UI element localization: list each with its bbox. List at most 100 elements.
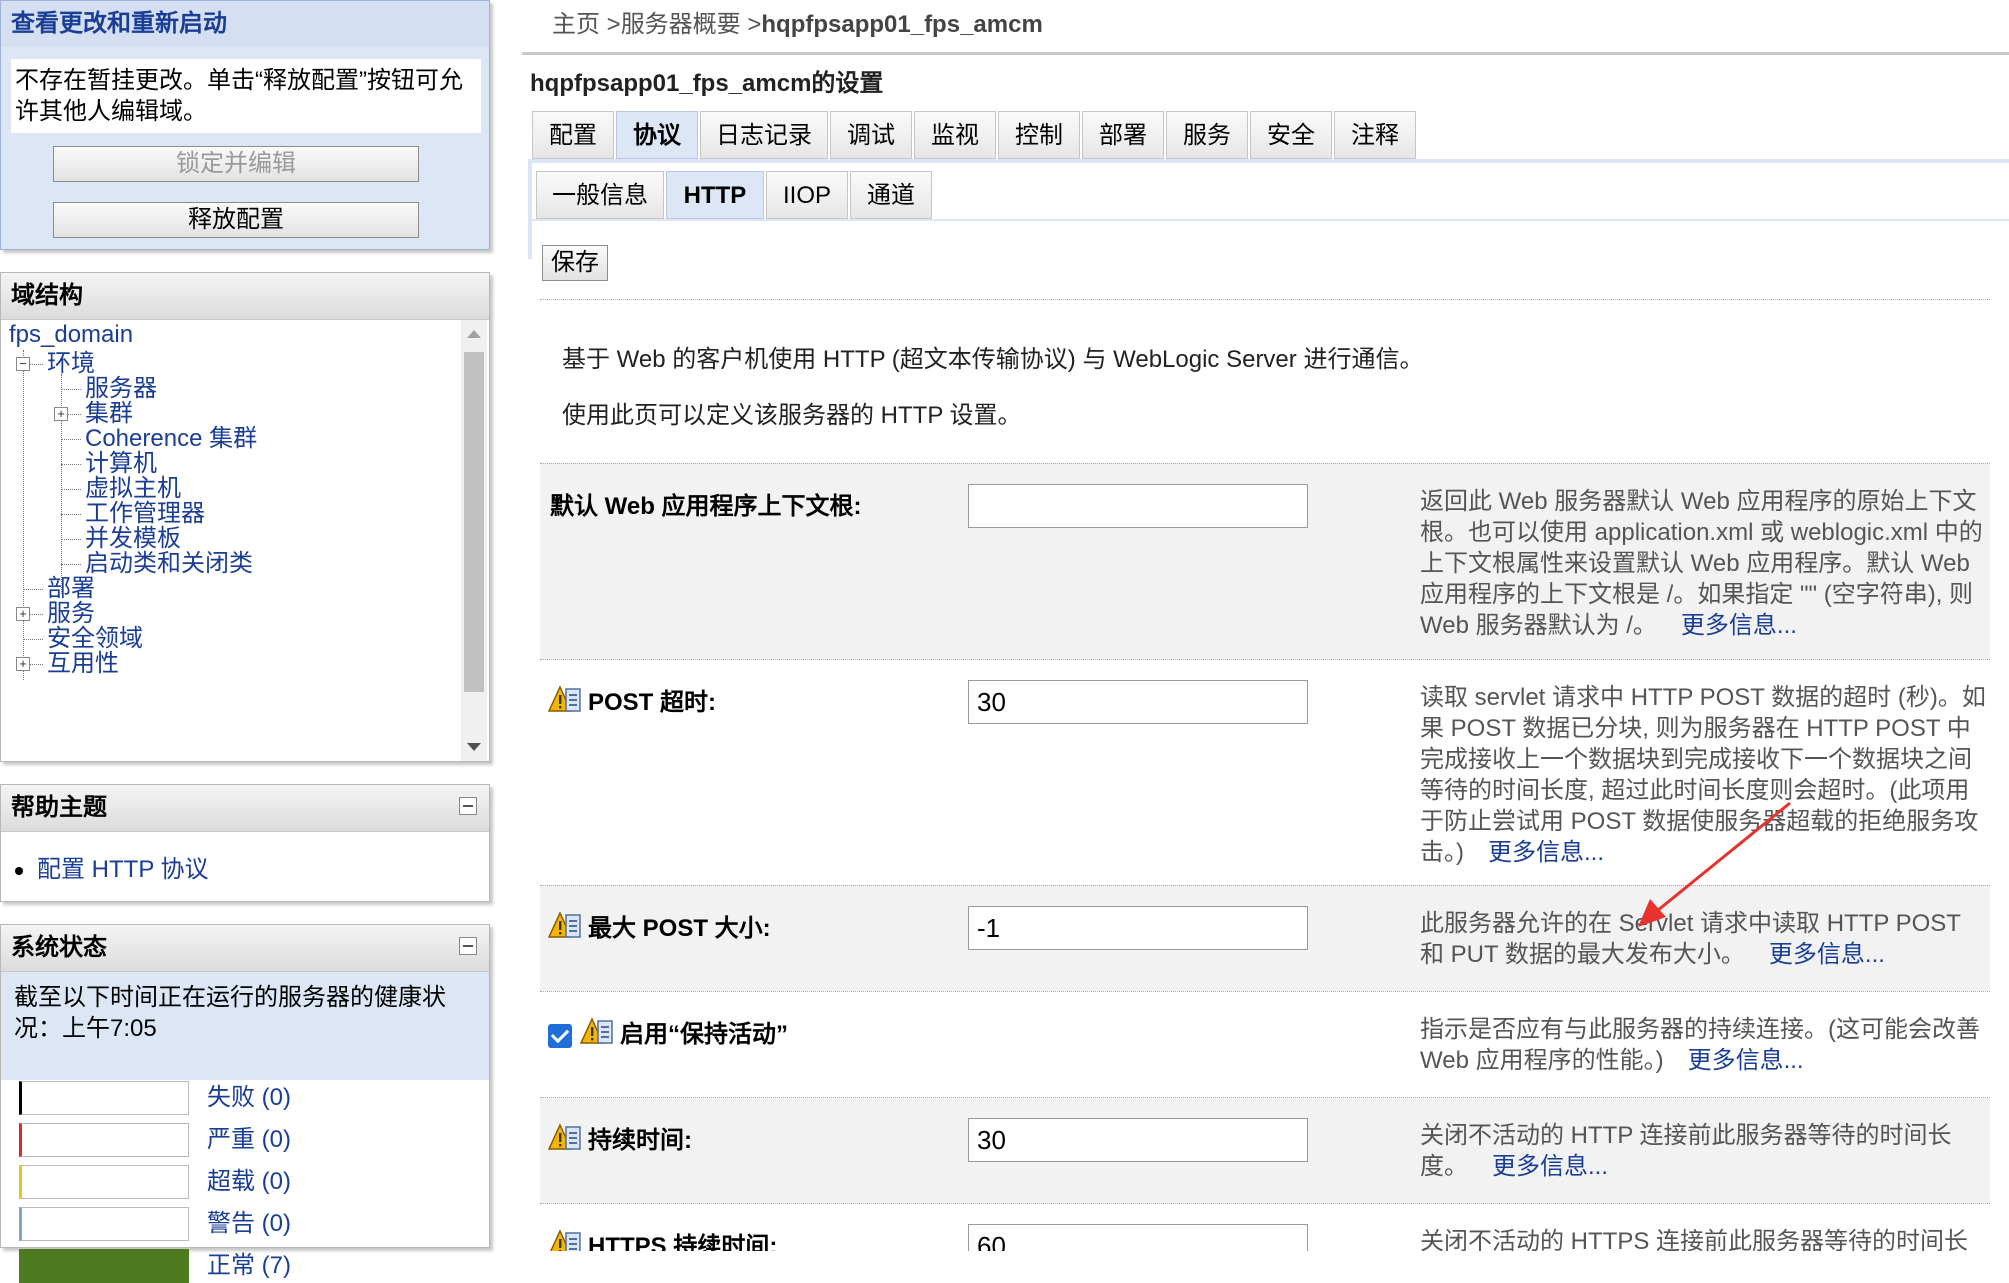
collapse-icon[interactable]: − [16,357,30,371]
lock-and-edit-button[interactable]: 锁定并编辑 [53,146,419,182]
more-info-link[interactable]: 更多信息... [1492,1153,1608,1180]
setting-row-default-context-root: 默认 Web 应用程序上下文根: 返回此 Web 服务器默认 Web 应用程序的… [540,463,1990,659]
help-topics-title-text: 帮助主题 [11,794,107,821]
breadcrumb-separator: > [600,11,621,38]
tab-debug[interactable]: 调试 [830,111,912,159]
tab-logging[interactable]: 日志记录 [700,111,828,159]
tab-security[interactable]: 安全 [1250,111,1332,159]
change-center-panel: 查看更改和重新启动 不存在暂挂更改。单击“释放配置”按钮可允许其他人编辑域。 锁… [0,0,490,250]
status-row-critical: 严重 (0) [19,1123,479,1157]
tree-node-fps-domain[interactable]: fps_domain [9,320,133,350]
status-label-ok[interactable]: 正常 (7) [207,1249,291,1283]
tab-deployments[interactable]: 部署 [1082,111,1164,159]
restart-required-icon [547,685,582,722]
system-status-panel: 系统状态 截至以下时间正在运行的服务器的健康状况：上午7:05 失败 (0) 严… [0,924,490,1283]
breadcrumb-separator: > [740,11,762,38]
system-status-description: 截至以下时间正在运行的服务器的健康状况：上午7:05 [1,972,489,1080]
status-bar [19,1165,189,1199]
field-label-wrap: HTTPS 持续时间: [548,1226,777,1251]
status-bar [19,1123,189,1157]
status-row-warning: 警告 (0) [19,1207,479,1241]
intro-text-2: 使用此页可以定义该服务器的 HTTP 设置。 [562,402,1022,429]
scroll-down-arrow-icon[interactable] [467,743,481,751]
status-row-overloaded: 超载 (0) [19,1165,479,1199]
expand-icon[interactable]: + [16,607,30,621]
tree-node-startup-shutdown-classes[interactable]: 启动类和关闭类 [85,549,253,579]
field-label-wrap: 最大 POST 大小: [547,908,771,948]
tab-control[interactable]: 控制 [998,111,1080,159]
duration-input[interactable]: 30 [968,1118,1308,1162]
status-row-ok: 正常 (7) [19,1249,479,1283]
status-bar [19,1207,189,1241]
more-info-link[interactable]: 更多信息... [1769,941,1885,968]
change-center-title: 查看更改和重新启动 [1,1,489,47]
settings-main: hqpfpsapp01_fps_amcm的设置 配置 协议 日志记录 调试 监视… [522,52,2009,1251]
field-label: 最大 POST 大小: [588,915,771,942]
breadcrumb-current: hqpfpsapp01_fps_amcm [761,11,1043,38]
expand-icon[interactable]: + [54,407,68,421]
expand-icon[interactable]: + [16,657,30,671]
field-label: HTTPS 持续时间: [588,1233,778,1251]
save-button[interactable]: 保存 [542,245,608,281]
tab-services[interactable]: 服务 [1166,111,1248,159]
annotation-arrow-icon [1638,801,1791,927]
restart-required-icon [547,911,582,948]
field-help: 返回此 Web 服务器默认 Web 应用程序的原始上下文根。也可以使用 appl… [1420,486,1990,641]
tree-node-interoperability[interactable]: 互用性 [47,649,119,679]
field-label: 持续时间: [588,1127,692,1154]
domain-tree: fps_domain − 环境 服务器 + 集群 Coherence 集群 计算… [1,320,453,761]
default-context-root-input[interactable] [968,484,1308,528]
field-help: 关闭不活动的 HTTPS 连接前此服务器等待的时间长度。 [1420,1226,1990,1251]
domain-structure-title: 域结构 [1,273,489,320]
keep-alive-checkbox[interactable] [548,1023,572,1048]
help-topics-title: 帮助主题 [1,785,489,832]
field-label: 启用“保持活动” [620,1021,788,1048]
status-row-failed: 失败 (0) [19,1081,479,1115]
collapse-panel-icon[interactable] [459,797,477,815]
help-topics-panel: 帮助主题 配置 HTTP 协议 [0,784,490,902]
tab-protocols[interactable]: 协议 [616,111,698,159]
scrollbar-thumb[interactable] [464,352,484,692]
subtab-http[interactable]: HTTP [666,171,764,219]
status-label-overloaded[interactable]: 超载 (0) [207,1165,291,1199]
status-label-critical[interactable]: 严重 (0) [207,1123,291,1157]
more-info-link[interactable]: 更多信息... [1488,839,1604,866]
restart-required-icon [579,1017,614,1054]
tab-monitoring[interactable]: 监视 [914,111,996,159]
https-duration-input[interactable]: 60 [968,1224,1308,1251]
setting-row-keep-alive: 启用“保持活动” 指示是否应有与此服务器的持续连接。(这可能会改善 Web 应用… [540,991,1990,1097]
help-topic-item: 配置 HTTP 协议 [15,849,209,884]
collapse-panel-icon[interactable] [459,937,477,955]
breadcrumb-servers-summary[interactable]: 服务器概要 [621,11,741,38]
bullet-icon [15,866,23,875]
restart-required-icon [547,1123,582,1160]
subtab-iiop[interactable]: IIOP [766,171,848,219]
field-help: 关闭不活动的 HTTP 连接前此服务器等待的时间长度。 更多信息... [1420,1120,1990,1182]
divider [540,299,1990,300]
system-status-title: 系统状态 [1,925,489,972]
field-label: POST 超时: [588,689,717,716]
tab-notes[interactable]: 注释 [1334,111,1416,159]
subtab-channels[interactable]: 通道 [850,171,932,219]
field-label-wrap: 启用“保持活动” [548,1014,788,1054]
setting-row-duration: 持续时间: 30 关闭不活动的 HTTP 连接前此服务器等待的时间长度。 更多信息… [540,1097,1990,1203]
status-bar [19,1081,189,1115]
breadcrumb-home[interactable]: 主页 [552,11,600,38]
field-label-wrap: 持续时间: [547,1120,692,1160]
system-status-title-text: 系统状态 [11,934,107,961]
tree-scrollbar[interactable] [461,320,487,761]
status-label-warning[interactable]: 警告 (0) [207,1207,291,1241]
subtab-underline [532,219,2009,221]
more-info-link[interactable]: 更多信息... [1681,612,1797,639]
more-info-link[interactable]: 更多信息... [1688,1047,1804,1074]
tab-configuration[interactable]: 配置 [532,111,614,159]
help-topic-link[interactable]: 配置 HTTP 协议 [37,856,209,883]
subtab-general[interactable]: 一般信息 [536,171,664,219]
field-label-wrap: POST 超时: [547,682,717,722]
status-label-failed[interactable]: 失败 (0) [207,1081,291,1115]
change-center-message: 不存在暂挂更改。单击“释放配置”按钮可允许其他人编辑域。 [11,59,481,133]
max-post-size-input[interactable]: -1 [968,906,1308,950]
scroll-up-arrow-icon[interactable] [467,330,481,338]
post-timeout-input[interactable]: 30 [968,680,1308,724]
release-configuration-button[interactable]: 释放配置 [53,202,419,238]
